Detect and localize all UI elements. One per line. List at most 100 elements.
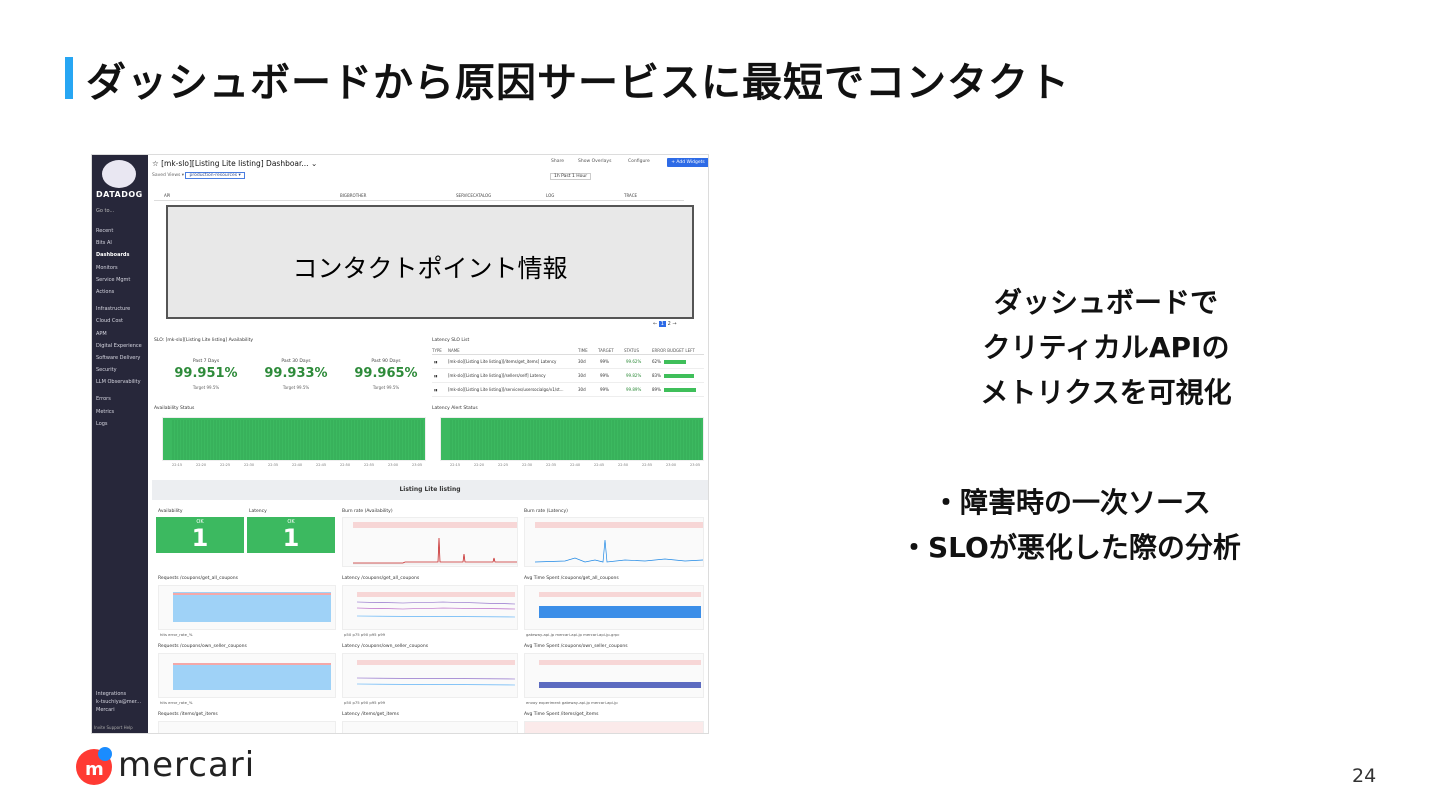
sidebar-item-digital-experience[interactable]: Digital Experience <box>96 340 142 352</box>
avg2-chart <box>524 653 704 698</box>
axis-tick-label: 22:40 <box>292 463 303 467</box>
axis-tick-label: 22:20 <box>474 463 485 467</box>
bullet-item: ・SLOが悪化した際の分析 <box>900 531 1241 564</box>
sidebar-item-infrastructure[interactable]: Infrastructure <box>96 303 142 315</box>
sidebar-item-bits-ai[interactable]: Bits AI <box>96 237 142 249</box>
column-log: LOG <box>546 193 555 198</box>
cell-status: 99.62% <box>626 359 642 364</box>
lat1-svg <box>356 592 516 618</box>
availability-title: Availability <box>158 509 183 514</box>
axis-tick-label: 22:15 <box>450 463 461 467</box>
sidebar-item-monitors[interactable]: Monitors <box>96 262 142 274</box>
time-range-picker[interactable]: 1h Past 1 Hour <box>550 173 592 180</box>
pager: ← 1 2 → <box>653 321 677 327</box>
burn-latency-chart <box>524 517 704 567</box>
col-time: TIME <box>578 348 588 353</box>
go-to-search[interactable]: Go to... <box>96 208 114 214</box>
configure-button[interactable]: Configure <box>628 159 650 164</box>
lat3-chart <box>342 721 518 733</box>
status-stripes <box>450 420 701 460</box>
add-widgets-button[interactable]: + Add Widgets <box>667 158 708 167</box>
kpi-value: 99.965% <box>354 366 418 381</box>
bullet-item: ・障害時の一次ソース <box>932 486 1211 519</box>
axis-tick-label: 23:05 <box>412 463 423 467</box>
table-row[interactable]: ▮▮ [mk-slo][Listing Lite listing][/seller… <box>432 369 704 383</box>
axis-tick-label: 23:00 <box>666 463 677 467</box>
scope-dropdown[interactable]: production-resources ▾ <box>185 172 245 179</box>
dashboard-main: ☆ [mk-slo][Listing Lite listing] Dashboa… <box>148 155 708 733</box>
sidebar-item-service-mgmt[interactable]: Service Mgmt <box>96 274 142 286</box>
req1-title: Requests /coupons/get_all_coupons <box>158 576 239 581</box>
table-row[interactable]: ▮▮ [mk-slo][Listing Lite listing][/items/… <box>432 355 704 369</box>
sidebar-item-dashboards[interactable]: Dashboards <box>96 249 142 261</box>
axis-tick-label: 22:35 <box>268 463 279 467</box>
sidebar-item-actions[interactable]: Actions <box>96 286 142 298</box>
table-header: TYPE NAME TIME TARGET STATUS ERROR BUDGE… <box>432 348 704 355</box>
column-trace: TRACE <box>624 193 638 198</box>
axis-tick-label: 22:55 <box>642 463 653 467</box>
budget-bar <box>664 360 687 364</box>
sidebar-item-security[interactable]: Security <box>96 364 142 376</box>
kpi-90d: Past 90 Days 99.965% Target 99.5% <box>346 359 426 390</box>
dashboard-title[interactable]: ☆ [mk-slo][Listing Lite listing] Dashboa… <box>152 159 317 168</box>
cell-budget: 89% <box>652 387 661 392</box>
sidebar-item-apm[interactable]: APM <box>96 328 142 340</box>
share-button[interactable]: Share <box>551 159 564 164</box>
cell-time: 30d <box>578 373 586 378</box>
pager-prev[interactable]: ← <box>653 321 657 327</box>
avg1-title: Avg Time Spent /coupons/get_all_coupons <box>524 576 619 581</box>
req1-chart <box>158 585 336 630</box>
axis-tick-label: 22:30 <box>244 463 255 467</box>
axis-tick-label: 23:05 <box>690 463 701 467</box>
pager-page-2[interactable]: 2 <box>668 321 671 327</box>
sidebar-bottom-links[interactable]: Invite Support Help <box>94 725 133 730</box>
slide-title: ダッシュボードから原因サービスに最短でコンタクト <box>86 60 1070 106</box>
axis-tick-label: 22:30 <box>522 463 533 467</box>
sidebar-item-logs[interactable]: Logs <box>96 418 142 430</box>
user-email[interactable]: k-tsuchiya@mer... <box>96 698 141 706</box>
ok-value: 1 <box>282 524 300 552</box>
cell-status: 99.89% <box>626 387 642 392</box>
lat3-title: Latency /items/get_items <box>342 712 399 717</box>
avg2-legend: envoy experiment gateway-api-jp mercari-… <box>526 700 618 705</box>
sidebar-item-recent[interactable]: Recent <box>96 225 142 237</box>
sidebar-item-software-delivery[interactable]: Software Delivery <box>96 352 142 364</box>
req2-chart <box>158 653 336 698</box>
lat1-legend: p50 p75 p90 p95 p99 <box>344 632 386 637</box>
show-overlays-button[interactable]: Show Overlays <box>578 159 611 164</box>
axis-tick-label: 22:45 <box>316 463 327 467</box>
avg1-svg <box>539 592 701 618</box>
lat2-legend: p50 p75 p90 p95 p99 <box>344 700 386 705</box>
cell-target: 99% <box>600 373 609 378</box>
lat2-title: Latency /coupons/own_seller_coupons <box>342 644 429 649</box>
latency-slo-title: Latency SLO List <box>432 338 470 343</box>
time-range: Past 1 Hour <box>561 174 588 179</box>
avg1-legend: gateway-api-jp mercari-api-jp mercari-ap… <box>526 632 620 637</box>
pager-next[interactable]: → <box>672 321 676 327</box>
saved-views-dropdown[interactable]: Saved Views ▾ <box>152 173 184 178</box>
sidebar-item-integrations[interactable]: Integrations <box>96 690 141 698</box>
sidebar-item-cloud-cost[interactable]: Cloud Cost <box>96 315 142 327</box>
cell-name: [mk-slo][Listing Lite listing][/sellers/… <box>448 373 546 378</box>
cell-budget: 83% <box>652 373 661 378</box>
req2-legend: hits error_rate_% <box>160 700 193 705</box>
column-servicecatalog: SERVICECATALOG <box>456 193 492 198</box>
table-row[interactable]: ▮▮ [mk-slo][Listing Lite listing][/servic… <box>432 383 704 397</box>
sidebar-item-metrics[interactable]: Metrics <box>96 406 142 418</box>
burn-latency-svg <box>534 522 704 563</box>
budget-bar <box>664 388 697 392</box>
lat2-chart <box>342 653 518 698</box>
avg2-title: Avg Time Spent /coupons/own_seller_coupo… <box>524 644 628 649</box>
col-budget: ERROR BUDGET LEFT <box>652 348 695 353</box>
avg3-chart <box>524 721 704 733</box>
summary-line: メトリクスを可視化 <box>980 376 1232 409</box>
axis-tick-label: 22:50 <box>340 463 351 467</box>
axis-tick-label: 22:25 <box>220 463 231 467</box>
pager-page-1[interactable]: 1 <box>658 321 666 327</box>
section-header[interactable]: Listing Lite listing <box>152 480 708 500</box>
sidebar-item-llm-observability[interactable]: LLM Observability <box>96 376 142 388</box>
sidebar-item-errors[interactable]: Errors <box>96 393 142 405</box>
col-target: TARGET <box>598 348 614 353</box>
cell-budget: 62% <box>652 359 661 364</box>
burn-latency-title: Burn rate (Latency) <box>524 509 568 514</box>
